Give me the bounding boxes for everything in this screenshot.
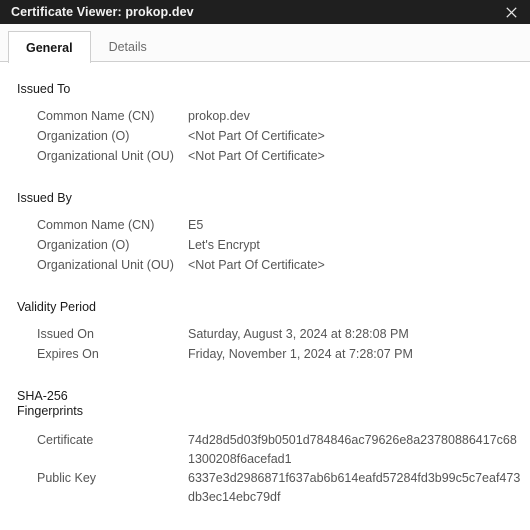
section-validity-period-title: Validity Period (17, 300, 96, 314)
section-validity-period: Validity Period Issued On Saturday, Augu… (0, 300, 530, 364)
row-value: 74d28d5d03f9b0501d784846ac79626e8a237808… (188, 433, 517, 466)
section-issued-by-title: Issued By (17, 191, 72, 205)
row-label: Organization (O) (37, 129, 130, 143)
row-label: Issued On (37, 327, 94, 341)
row-value: <Not Part Of Certificate> (188, 129, 325, 143)
table-row: Expires On Friday, November 1, 2024 at 7… (0, 344, 530, 364)
section-fingerprints-rows: Certificate 74d28d5d03f9b0501d784846ac79… (0, 431, 530, 507)
close-icon (505, 6, 517, 18)
section-issued-by: Issued By Common Name (CN) E5 Organizati… (0, 191, 530, 275)
tab-general[interactable]: General (8, 31, 91, 63)
window-titlebar: Certificate Viewer: prokop.dev (0, 0, 530, 24)
section-validity-period-rows: Issued On Saturday, August 3, 2024 at 8:… (0, 324, 530, 364)
section-issued-by-rows: Common Name (CN) E5 Organization (O) Let… (0, 215, 530, 275)
section-issued-to-rows: Common Name (CN) prokop.dev Organization… (0, 106, 530, 166)
tab-strip: General Details (0, 24, 530, 63)
tab-details[interactable]: Details (91, 31, 165, 62)
row-label: Organizational Unit (OU) (37, 258, 174, 272)
certificate-general-panel: Issued To Common Name (CN) prokop.dev Or… (0, 62, 530, 530)
row-value: E5 (188, 218, 204, 232)
section-issued-to-title: Issued To (17, 82, 71, 96)
section-fingerprints: SHA-256 Fingerprints Certificate 74d28d5… (0, 389, 530, 507)
table-row: Common Name (CN) prokop.dev (0, 106, 530, 126)
table-row: Public Key 6337e3d2986871f637ab6b614eafd… (0, 469, 530, 507)
row-label: Certificate (37, 433, 94, 447)
close-button[interactable] (492, 0, 530, 24)
row-value: Saturday, August 3, 2024 at 8:28:08 PM (188, 327, 409, 341)
row-label: Organizational Unit (OU) (37, 149, 174, 163)
table-row: Common Name (CN) E5 (0, 215, 530, 235)
row-label: Common Name (CN) (37, 218, 155, 232)
row-label: Public Key (37, 471, 97, 485)
row-value: Friday, November 1, 2024 at 7:28:07 PM (188, 347, 413, 361)
row-value: Let's Encrypt (188, 238, 260, 252)
table-row: Organizational Unit (OU) <Not Part Of Ce… (0, 146, 530, 166)
row-value: 6337e3d2986871f637ab6b614eafd57284fd3b99… (188, 471, 521, 504)
tab-general-label: General (26, 40, 73, 55)
row-value: <Not Part Of Certificate> (188, 149, 325, 163)
row-value: <Not Part Of Certificate> (188, 258, 325, 272)
table-row: Issued On Saturday, August 3, 2024 at 8:… (0, 324, 530, 344)
table-row: Organizational Unit (OU) <Not Part Of Ce… (0, 255, 530, 275)
row-label: Common Name (CN) (37, 109, 155, 123)
table-row: Certificate 74d28d5d03f9b0501d784846ac79… (0, 431, 530, 469)
table-row: Organization (O) <Not Part Of Certificat… (0, 126, 530, 146)
row-value: prokop.dev (188, 109, 250, 123)
row-label: Organization (O) (37, 238, 130, 252)
section-fingerprints-title: SHA-256 Fingerprints (17, 389, 83, 418)
table-row: Organization (O) Let's Encrypt (0, 235, 530, 255)
section-issued-to: Issued To Common Name (CN) prokop.dev Or… (0, 82, 530, 166)
row-label: Expires On (37, 347, 99, 361)
tab-details-label: Details (108, 40, 147, 54)
window-title: Certificate Viewer: prokop.dev (11, 5, 194, 19)
